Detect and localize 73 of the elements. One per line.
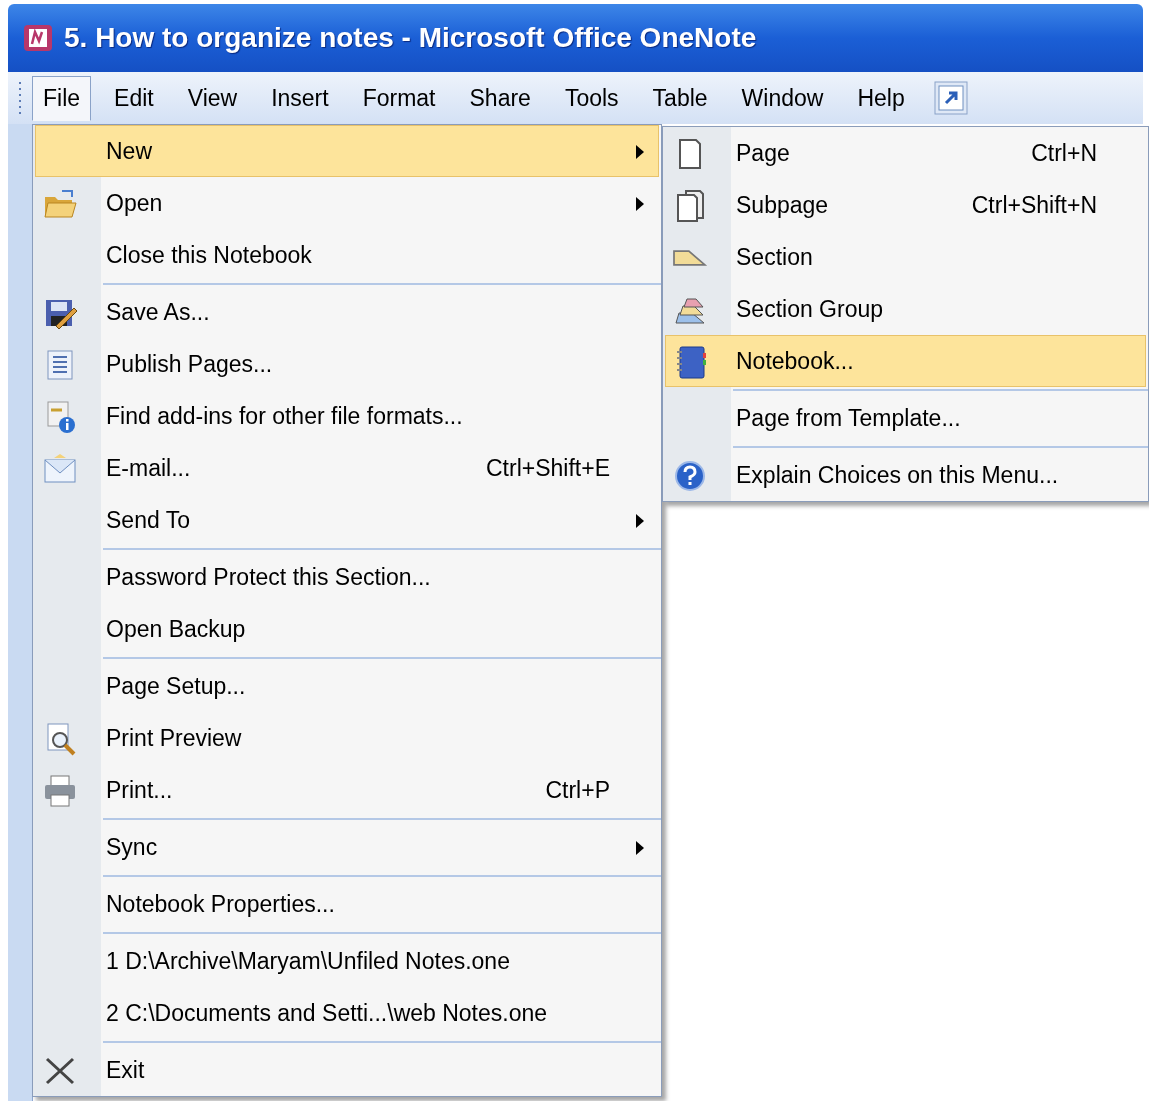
menu-item-label: Section xyxy=(736,243,814,271)
menu-item[interactable]: Share xyxy=(458,75,542,121)
menu-item[interactable]: 2 C:\Documents and Setti...\web Notes.one xyxy=(35,987,659,1039)
menu-item[interactable]: Explain Choices on this Menu... xyxy=(665,449,1146,501)
menu-item-label: Page Setup... xyxy=(106,672,247,700)
menu-item[interactable]: 1 D:\Archive\Maryam\Unfiled Notes.one xyxy=(35,935,659,987)
toolbar-options-icon xyxy=(933,81,968,115)
menu-item[interactable]: Table xyxy=(641,75,719,121)
menu-item-label: 1 D:\Archive\Maryam\Unfiled Notes.one xyxy=(106,947,511,975)
menu-item[interactable]: Edit xyxy=(103,75,165,121)
menu-item-label: 2 C:\Documents and Setti...\web Notes.one xyxy=(106,999,549,1027)
printer-icon xyxy=(42,774,78,808)
menu-item[interactable]: Publish Pages... xyxy=(35,338,659,390)
shortcut-label: Ctrl+N xyxy=(1031,139,1097,167)
app-icon xyxy=(22,22,54,54)
menu-item-label: Subpage xyxy=(736,191,830,219)
menu-item[interactable]: File xyxy=(32,75,92,121)
envelope-icon xyxy=(42,452,78,486)
menu-item[interactable]: Window xyxy=(730,75,835,121)
shortcut-label: Ctrl+P xyxy=(545,776,610,804)
menu-item[interactable]: Section Group xyxy=(665,283,1146,335)
menu-item[interactable]: Page Ctrl+N xyxy=(665,127,1146,179)
shortcut-label: Ctrl+Shift+E xyxy=(486,454,610,482)
menu-item-label: Print Preview xyxy=(106,724,243,752)
menu-item-label: Publish Pages... xyxy=(106,350,274,378)
menu-item[interactable]: Subpage Ctrl+Shift+N xyxy=(665,179,1146,231)
menu-item[interactable]: Format xyxy=(351,75,447,121)
menu-item-label: Password Protect this Section... xyxy=(106,563,432,591)
gripper-icon xyxy=(18,80,22,116)
menu-item[interactable]: Page from Template... xyxy=(665,392,1146,444)
menu-item[interactable]: New xyxy=(35,125,659,177)
menu-item-label: E-mail... xyxy=(106,454,192,482)
menu-item[interactable]: Open xyxy=(35,177,659,229)
menu-item[interactable]: Help xyxy=(846,75,916,121)
menu-item-label: Page from Template... xyxy=(736,404,962,432)
menu-item[interactable]: E-mail... Ctrl+Shift+E xyxy=(35,442,659,494)
menu-item-label: Sync xyxy=(106,833,159,861)
menu-item[interactable]: Sync xyxy=(35,821,659,873)
menu-item-label: Open Backup xyxy=(106,615,247,643)
help-icon xyxy=(672,459,708,493)
tab-shape-icon xyxy=(672,250,708,266)
menu-item[interactable]: Page Setup... xyxy=(35,660,659,712)
menu-item-label: Exit xyxy=(106,1056,146,1084)
menu-item-label: Explain Choices on this Menu... xyxy=(736,461,1060,489)
menu-item-label: Notebook Properties... xyxy=(106,890,336,918)
menu-item[interactable]: Print Preview xyxy=(35,712,659,764)
menu-item[interactable]: View xyxy=(176,75,249,121)
menu-item[interactable]: Tools xyxy=(553,75,630,121)
menu-item-label: Close this Notebook xyxy=(106,241,313,269)
window-title: 5. How to organize notes - Microsoft Office OneNote xyxy=(64,22,757,54)
menu-item[interactable]: Notebook... xyxy=(665,335,1146,387)
menu-item-label: Section Group xyxy=(736,295,885,323)
menu-item-label: Page xyxy=(736,139,791,167)
menu-item[interactable]: Print... Ctrl+P xyxy=(35,764,659,816)
menu-item[interactable]: Close this Notebook xyxy=(35,229,659,281)
menu-item-label: Send To xyxy=(106,506,191,534)
menu-item-label: Notebook... xyxy=(736,347,855,375)
menu-item-label: Save As... xyxy=(106,298,211,326)
menu-item[interactable]: Insert xyxy=(260,75,340,121)
menu-item[interactable]: Open Backup xyxy=(35,603,659,655)
menu-item[interactable]: Password Protect this Section... xyxy=(35,551,659,603)
folder-icon xyxy=(42,187,78,221)
menu-item-label: Find add-ins for other file formats... xyxy=(106,402,464,430)
menu-item[interactable]: Notebook Properties... xyxy=(35,878,659,930)
menu-item[interactable]: Save As... xyxy=(35,286,659,338)
menu-item[interactable]: Exit xyxy=(35,1044,659,1096)
shortcut-label: Ctrl+Shift+N xyxy=(971,191,1097,219)
menu-item-label: New xyxy=(106,137,153,165)
menu-item-label: Print... xyxy=(106,776,174,804)
menu-item[interactable]: Send To xyxy=(35,494,659,546)
menu-item-label: Open xyxy=(106,189,164,217)
menu-item[interactable]: Find add-ins for other file formats... xyxy=(35,390,659,442)
menu-item[interactable]: Section xyxy=(665,231,1146,283)
